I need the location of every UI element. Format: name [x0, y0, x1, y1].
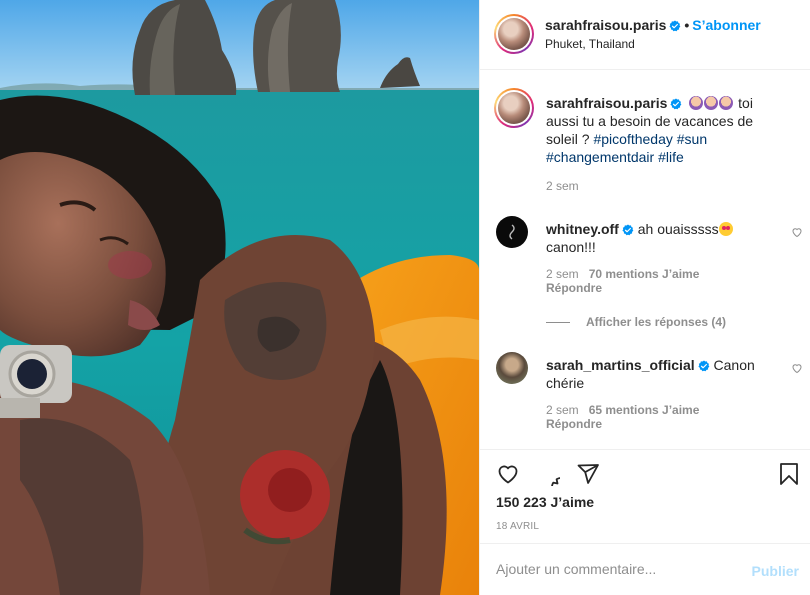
- hashtag-link[interactable]: #life: [658, 149, 684, 165]
- comment-body: ah ouaisssss: [633, 221, 719, 237]
- facepalm-emoji-icon: [689, 96, 704, 110]
- post-location[interactable]: Phuket, Thailand: [545, 37, 635, 51]
- comment-likes[interactable]: 65 mentions J’aime: [589, 403, 700, 417]
- post-actions: 150 223 J’aime 18 avril: [480, 449, 810, 544]
- avatar-logo-icon: [509, 224, 515, 240]
- like-comment-heart-icon[interactable]: [791, 362, 803, 374]
- author-username[interactable]: sarahfraisou.paris: [545, 17, 666, 33]
- heart-icon[interactable]: [496, 462, 520, 486]
- replies-divider: [546, 322, 570, 324]
- comment-avatar[interactable]: [496, 352, 528, 384]
- post-header: sarahfraisou.paris • S’abonner Phuket, Tha…: [480, 0, 810, 70]
- comments-list[interactable]: sarahfraisou.paris toi aussi tu a besoin…: [480, 71, 810, 449]
- comment-text: sarah_martins_official Canon chérie: [546, 356, 786, 392]
- reply-button[interactable]: Répondre: [546, 417, 602, 431]
- separator-dot: •: [684, 17, 690, 33]
- heart-eyes-emoji-icon: [718, 222, 733, 236]
- comment-composer: Publier: [480, 543, 810, 595]
- comment-input[interactable]: [496, 558, 736, 580]
- view-replies-label: Afficher les réponses (4): [586, 315, 727, 329]
- caption-avatar[interactable]: [494, 88, 534, 128]
- bookmark-icon[interactable]: [777, 462, 801, 486]
- verified-badge-icon: [622, 224, 634, 236]
- comment-username[interactable]: whitney.off: [546, 221, 619, 237]
- comment-meta: 2 sem 65 mentions J’aime: [546, 403, 699, 417]
- comment-body-line2: canon!!!: [546, 239, 596, 255]
- post-date[interactable]: 18 avril: [496, 521, 539, 532]
- publish-button[interactable]: Publier: [752, 563, 799, 579]
- follow-button[interactable]: S’abonner: [692, 17, 760, 33]
- post-image: [0, 0, 479, 595]
- author-avatar[interactable]: [494, 14, 534, 54]
- post-photo[interactable]: [0, 0, 479, 595]
- hashtag-link[interactable]: #changementdair: [546, 149, 654, 165]
- post-side-panel: sarahfraisou.paris • S’abonner Phuket, Tha…: [479, 0, 810, 595]
- caption-text: sarahfraisou.paris toi aussi tu a besoin…: [546, 94, 786, 166]
- comment-icon[interactable]: [536, 462, 560, 486]
- likes-count[interactable]: 150 223 J’aime: [496, 494, 594, 510]
- caption-username[interactable]: sarahfraisou.paris: [546, 95, 667, 111]
- like-comment-heart-icon[interactable]: [791, 226, 803, 238]
- caption-time[interactable]: 2 sem: [546, 179, 579, 193]
- comment-username[interactable]: sarah_martins_official: [546, 357, 695, 373]
- share-icon[interactable]: [576, 462, 600, 486]
- comment-time[interactable]: 2 sem: [546, 403, 579, 417]
- comment-time[interactable]: 2 sem: [546, 267, 579, 281]
- verified-badge-icon: [669, 20, 681, 32]
- comment-text: whitney.off ah ouaisssss canon!!!: [546, 220, 786, 256]
- verified-badge-icon: [670, 98, 682, 110]
- facepalm-emoji-icon: [704, 96, 719, 110]
- verified-badge-icon: [698, 360, 709, 372]
- reply-button[interactable]: Répondre: [546, 281, 602, 295]
- hashtag-link[interactable]: #sun: [677, 131, 707, 147]
- comment-avatar[interactable]: [496, 216, 528, 248]
- comment-likes[interactable]: 70 mentions J’aime: [589, 267, 700, 281]
- facepalm-emoji-icon: [719, 96, 734, 110]
- view-replies-button[interactable]: Afficher les réponses (4): [546, 315, 726, 329]
- hashtag-link[interactable]: #picoftheday: [593, 131, 672, 147]
- author-line: sarahfraisou.paris • S’abonner: [545, 17, 761, 33]
- comment-meta: 2 sem 70 mentions J’aime: [546, 267, 699, 281]
